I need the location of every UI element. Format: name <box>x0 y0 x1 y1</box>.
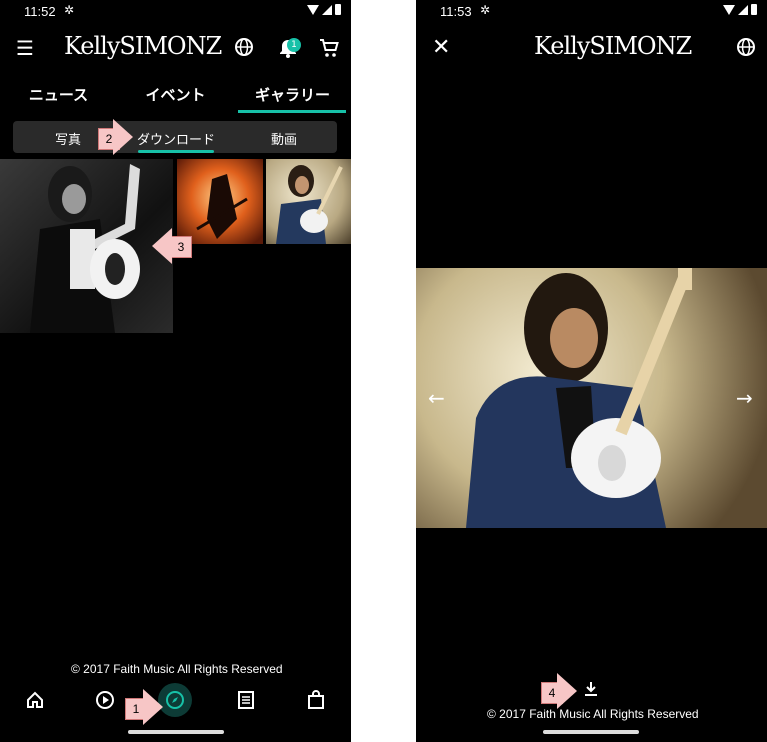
gesture-handle <box>128 730 224 734</box>
status-bar: 11:53 ✲ <box>416 0 767 24</box>
notification-badge: 1 <box>287 38 301 52</box>
gallery-thumbnail[interactable] <box>177 159 263 244</box>
gallery-screen: 11:52 ✲ ☰ KellySIMONZ 1 ニュース イベント ギャラリー … <box>0 0 351 742</box>
arrow-right-icon[interactable]: → <box>736 388 753 408</box>
gallery-thumbnail[interactable] <box>266 159 351 244</box>
main-tabs: ニュース イベント ギャラリー <box>0 80 351 114</box>
menu-icon[interactable]: ☰ <box>16 38 34 58</box>
wifi-icon <box>723 4 735 15</box>
gesture-handle <box>543 730 639 734</box>
tab-news[interactable]: ニュース <box>0 84 117 105</box>
cart-icon[interactable] <box>318 37 340 62</box>
gallery-thumbnail[interactable] <box>0 159 173 333</box>
gallery-segment-control: 写真 ダウンロード 動画 <box>13 121 337 153</box>
play-icon[interactable] <box>95 690 115 713</box>
compass-icon[interactable] <box>165 690 185 713</box>
status-time: 11:52 <box>24 4 56 19</box>
close-icon[interactable]: ✕ <box>432 37 450 59</box>
tab-events[interactable]: イベント <box>117 84 234 105</box>
settings-status-icon: ✲ <box>480 3 491 17</box>
segment-videos[interactable]: 動画 <box>271 129 297 148</box>
status-bar: 11:52 ✲ <box>0 0 351 24</box>
copyright-text: © 2017 Faith Music All Rights Reserved <box>71 662 283 676</box>
tab-indicator <box>238 110 346 113</box>
arrow-left-icon[interactable]: ← <box>428 388 445 408</box>
battery-icon <box>335 4 341 15</box>
app-logo: KellySIMONZ <box>534 32 692 60</box>
signal-icons <box>307 4 341 15</box>
app-logo: KellySIMONZ <box>64 32 222 60</box>
tab-gallery[interactable]: ギャラリー <box>234 84 351 105</box>
wifi-icon <box>307 4 319 15</box>
photo-viewer-screen: 11:53 ✲ ✕ KellySIMONZ ← → © 2017 Faith M… <box>416 0 767 742</box>
globe-icon[interactable] <box>234 37 254 60</box>
settings-status-icon: ✲ <box>64 3 75 17</box>
segment-photos[interactable]: 写真 <box>55 129 81 148</box>
full-photo <box>416 268 767 528</box>
annotation-arrow <box>152 228 172 264</box>
cell-signal-icon <box>738 4 748 15</box>
copyright-text: © 2017 Faith Music All Rights Reserved <box>487 707 699 721</box>
annotation-arrow <box>113 119 133 155</box>
bottom-navigation <box>0 680 351 720</box>
shopping-bag-icon[interactable] <box>306 690 326 713</box>
home-icon[interactable] <box>25 690 45 713</box>
signal-icons <box>723 4 757 15</box>
cell-signal-icon <box>322 4 332 15</box>
segment-indicator <box>138 150 214 153</box>
segment-download[interactable]: ダウンロード <box>137 129 215 148</box>
download-icon[interactable] <box>582 680 600 701</box>
annotation-arrow <box>557 673 577 709</box>
globe-icon[interactable] <box>736 37 756 60</box>
status-time: 11:53 <box>440 4 472 19</box>
annotation-marker: 3 <box>170 236 192 258</box>
annotation-arrow <box>143 689 163 725</box>
battery-icon <box>751 4 757 15</box>
document-icon[interactable] <box>236 690 256 713</box>
